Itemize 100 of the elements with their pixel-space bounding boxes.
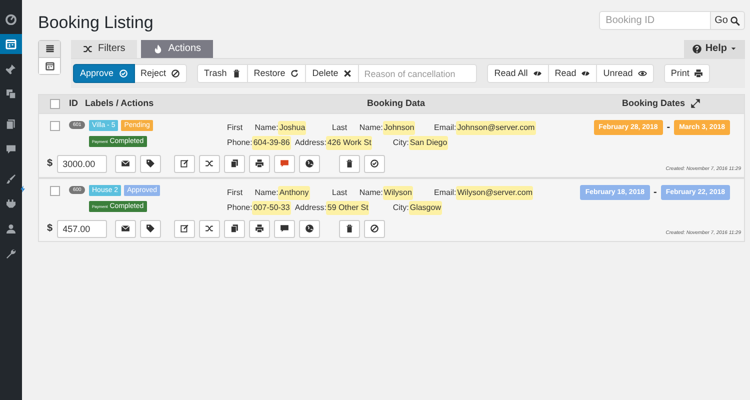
field-value: Wilyson@server.com <box>456 186 534 200</box>
check-circle-icon <box>118 69 128 78</box>
field-label: Phone: <box>227 136 252 148</box>
currency-sign: $ <box>47 222 53 236</box>
action-button[interactable] <box>224 220 245 238</box>
field-value: 007-50-33 <box>252 200 291 214</box>
field-label: City: <box>392 202 409 214</box>
help-button[interactable]: Help <box>684 40 745 58</box>
field-label: First Name: <box>227 122 278 134</box>
page-title: Booking Listing <box>38 12 154 34</box>
printer-icon <box>694 69 704 78</box>
tag-icon <box>146 224 155 233</box>
check-circle-icon <box>370 159 379 168</box>
field-label: Email: <box>434 186 456 198</box>
field-label: Phone: <box>227 202 252 214</box>
sidebar-item[interactable] <box>0 34 22 54</box>
checkbox[interactable] <box>50 98 60 108</box>
printer-icon <box>254 224 264 233</box>
speech-bubble-icon <box>280 159 289 168</box>
calendar-icon <box>44 60 54 70</box>
action-button[interactable] <box>198 154 220 172</box>
tab[interactable]: Filters <box>71 40 138 58</box>
ban-icon <box>171 69 180 78</box>
copy-icon <box>230 224 239 233</box>
action-button[interactable] <box>174 154 195 172</box>
globe-icon <box>304 224 314 233</box>
trash-icon <box>344 224 354 233</box>
gauge-icon <box>5 13 17 25</box>
tab[interactable]: Actions <box>141 40 214 58</box>
action-button[interactable] <box>274 220 295 238</box>
action-button[interactable] <box>364 220 385 238</box>
action-button[interactable] <box>298 220 320 238</box>
printer-icon <box>254 159 264 168</box>
envelope-icon <box>120 159 130 168</box>
caret-icon <box>730 45 737 52</box>
user-icon <box>5 223 17 235</box>
toolbar-button[interactable]: Print <box>664 64 710 83</box>
copy-icon <box>230 159 239 168</box>
field-value: San Diego <box>408 136 448 150</box>
action-button[interactable] <box>338 154 360 172</box>
field-value: Wilyson <box>382 186 413 200</box>
field-label: City: <box>392 136 409 148</box>
action-button[interactable] <box>114 154 136 172</box>
action-button[interactable] <box>338 220 360 238</box>
column-header: Booking Data <box>367 96 426 110</box>
field-value: Johnson <box>382 120 416 134</box>
cost-field[interactable]: 457.00 <box>56 220 107 238</box>
edit-icon <box>180 224 189 233</box>
action-button[interactable] <box>114 220 136 238</box>
eye-icon <box>638 69 647 78</box>
booking-id-field[interactable]: Booking ID <box>598 11 711 30</box>
action-button[interactable] <box>174 220 195 238</box>
shuffle-icon <box>204 224 214 233</box>
edit-icon <box>180 159 189 168</box>
go-button[interactable]: Go <box>710 11 745 30</box>
cost-field[interactable]: 3000.00 <box>56 154 107 172</box>
field-label: First Name: <box>227 186 278 198</box>
toolbar-button[interactable]: Reject <box>134 64 188 83</box>
toolbar-button[interactable]: Delete <box>306 64 360 83</box>
toolbar-button[interactable]: Approve <box>73 64 135 83</box>
action-button[interactable] <box>140 154 161 172</box>
trash-icon <box>232 69 241 78</box>
date-separator: - <box>654 186 657 200</box>
action-button[interactable] <box>198 220 220 238</box>
field-label: Email: <box>434 122 456 134</box>
wrench-icon <box>5 248 17 260</box>
pages-icon <box>5 118 17 130</box>
action-button[interactable] <box>248 154 270 172</box>
toolbar-button[interactable]: Read All <box>487 64 549 83</box>
toolbar-button[interactable]: Unread <box>597 64 654 83</box>
checkbox[interactable] <box>50 120 60 130</box>
field-value: Glasgow <box>408 200 442 214</box>
reason-field[interactable]: Reason of cancellation <box>359 64 478 83</box>
search-icon <box>730 16 740 26</box>
view-button[interactable] <box>39 40 60 56</box>
action-button[interactable] <box>248 220 270 238</box>
tag-icon <box>146 159 155 168</box>
view-button[interactable] <box>39 56 60 74</box>
calendar-icon <box>5 38 17 50</box>
speech-bubble-icon <box>5 143 17 155</box>
trash-icon <box>344 159 354 168</box>
envelope-icon <box>120 224 130 233</box>
help-icon <box>692 44 702 54</box>
action-button[interactable] <box>298 154 320 172</box>
action-button[interactable] <box>364 154 385 172</box>
field-value: 604-39-86 <box>252 136 291 150</box>
eye-slash-icon <box>581 69 590 78</box>
field-label: Last Name: <box>332 122 383 134</box>
toolbar-button[interactable]: Restore <box>248 64 306 83</box>
ban-icon <box>370 224 379 233</box>
pin-icon <box>5 63 17 75</box>
toolbar-button[interactable]: Trash <box>197 64 248 83</box>
checkbox[interactable] <box>50 186 60 196</box>
action-button[interactable] <box>140 220 161 238</box>
toolbar-button[interactable]: Read <box>548 64 598 83</box>
shuffle-icon <box>204 159 214 168</box>
action-button[interactable] <box>224 154 245 172</box>
brush-icon <box>5 173 17 185</box>
close-icon <box>343 69 352 78</box>
eye-slash-icon <box>532 69 542 78</box>
